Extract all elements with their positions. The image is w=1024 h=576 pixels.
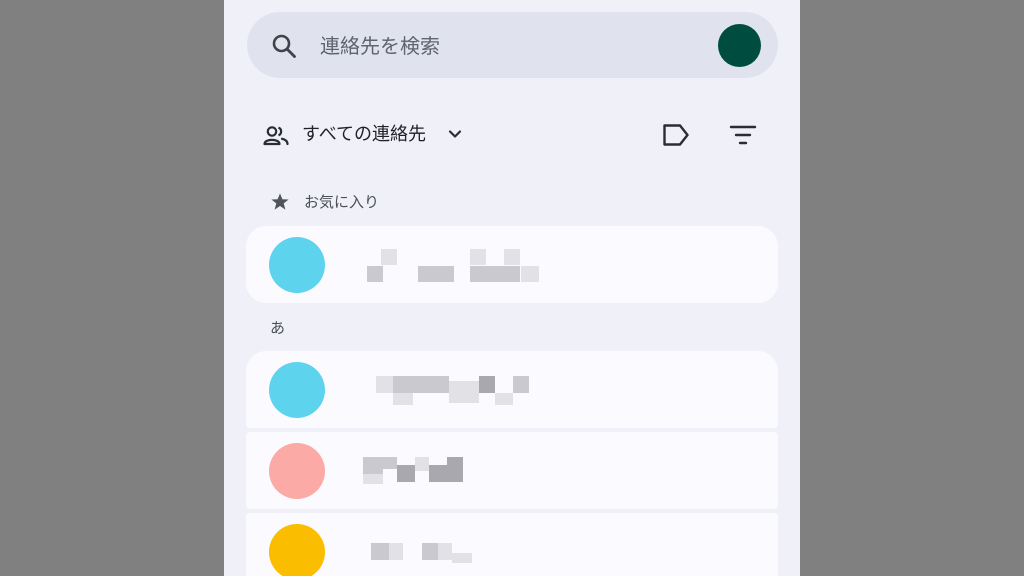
contact-avatar xyxy=(269,362,325,418)
sort-icon[interactable] xyxy=(729,122,757,148)
contact-avatar xyxy=(269,443,325,499)
contact-avatar xyxy=(269,524,325,576)
contact-filter-dropdown[interactable]: すべての連絡先 xyxy=(302,121,426,149)
people-icon xyxy=(263,126,289,146)
account-avatar[interactable] xyxy=(718,24,761,67)
section-header-a: あ xyxy=(270,319,286,337)
label-icon[interactable] xyxy=(661,121,691,149)
star-icon xyxy=(271,193,289,210)
search-input[interactable]: 連絡先を検索 xyxy=(320,32,440,60)
section-header-favorites: お気に入り xyxy=(304,193,380,211)
search-icon[interactable] xyxy=(270,32,298,60)
contact-list-item[interactable] xyxy=(246,351,778,428)
chevron-down-icon[interactable] xyxy=(445,124,465,144)
contact-list-item[interactable] xyxy=(246,226,778,303)
contacts-app-screen: 連絡先を検索 すべての連絡先 お気に入り あ xyxy=(224,0,800,576)
contact-list-item[interactable] xyxy=(246,432,778,509)
contact-avatar xyxy=(269,237,325,293)
contact-list-item[interactable] xyxy=(246,513,778,576)
